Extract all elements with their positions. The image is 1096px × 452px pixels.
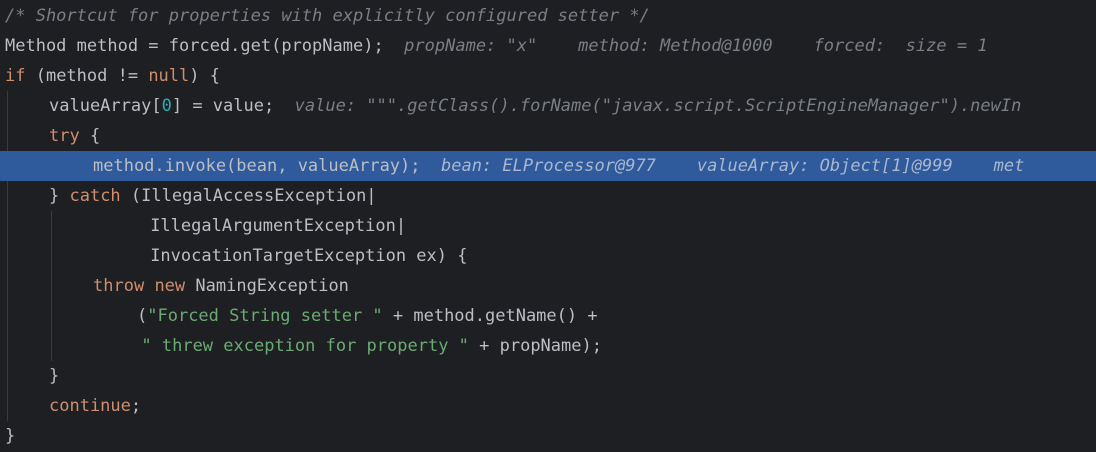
code-token: ; bbox=[130, 396, 142, 416]
code-line[interactable]: Method method = forced.get(propName); pr… bbox=[0, 31, 1096, 61]
code-token: ) { bbox=[189, 66, 220, 86]
code-line[interactable]: IllegalArgumentException| bbox=[0, 211, 1096, 241]
code-token: method.invoke(bean, valueArray); bbox=[93, 156, 421, 176]
code-token: throw bbox=[93, 276, 145, 296]
code-text: throw new NamingException bbox=[93, 271, 349, 301]
code-token: try bbox=[49, 126, 80, 146]
code-line[interactable]: } bbox=[0, 421, 1096, 451]
code-token: if bbox=[5, 66, 26, 86]
code-line[interactable]: continue; bbox=[0, 391, 1096, 421]
indent-guide bbox=[7, 271, 8, 301]
indent-guide bbox=[51, 241, 52, 271]
code-token: catch bbox=[69, 186, 121, 206]
indent-guide bbox=[7, 361, 8, 391]
code-text: InvocationTargetException ex) { bbox=[150, 241, 467, 271]
code-token: NamingException bbox=[185, 276, 349, 296]
code-token: null bbox=[148, 66, 190, 86]
code-token: /* Shortcut for properties with explicit… bbox=[5, 6, 650, 26]
code-token: (method != bbox=[25, 66, 149, 86]
code-line[interactable]: try { bbox=[0, 121, 1096, 151]
indent-guide bbox=[7, 301, 8, 331]
code-text: " threw exception for property " + propN… bbox=[141, 331, 602, 361]
code-text: ("Forced String setter " + method.getNam… bbox=[137, 301, 598, 331]
indent-guide bbox=[7, 241, 8, 271]
debug-inline-value: bean: ELProcessor@977 valueArray: Object… bbox=[420, 156, 1025, 176]
code-token: + method.getName() + bbox=[382, 306, 598, 326]
indent-guide bbox=[7, 121, 8, 151]
code-text: try { bbox=[49, 121, 100, 151]
code-line[interactable]: } bbox=[0, 361, 1096, 391]
code-line[interactable]: /* Shortcut for properties with explicit… bbox=[0, 1, 1096, 31]
indent-guide bbox=[51, 301, 52, 331]
current-execution-line[interactable]: method.invoke(bean, valueArray); bean: E… bbox=[0, 151, 1096, 181]
code-token: { bbox=[79, 126, 101, 146]
indent-guide bbox=[7, 91, 8, 121]
code-line[interactable]: ("Forced String setter " + method.getNam… bbox=[0, 301, 1096, 331]
code-line[interactable]: valueArray[0] = value; value: """.getCla… bbox=[0, 91, 1096, 121]
indent-guide bbox=[51, 271, 52, 301]
indent-guide bbox=[7, 391, 8, 421]
indent-guide bbox=[7, 211, 8, 241]
code-token: " threw exception for property " bbox=[141, 336, 469, 356]
debug-inline-value: value: """.getClass().forName("javax.scr… bbox=[274, 96, 1022, 116]
code-token: } bbox=[49, 366, 60, 386]
code-token: (IllegalAccessException| bbox=[120, 186, 377, 206]
indent-guide bbox=[7, 181, 8, 211]
code-token: new bbox=[154, 276, 186, 296]
code-text: Method method = forced.get(propName); pr… bbox=[5, 31, 988, 61]
code-text: } bbox=[49, 361, 59, 391]
indent-guide bbox=[51, 211, 52, 241]
code-text: if (method != null) { bbox=[5, 61, 220, 91]
code-token: 0 bbox=[161, 96, 172, 116]
code-token: valueArray[ bbox=[49, 96, 162, 116]
indent-guide bbox=[51, 331, 52, 361]
code-token: Method method = forced.get(propName); bbox=[5, 36, 384, 56]
code-line[interactable]: InvocationTargetException ex) { bbox=[0, 241, 1096, 271]
code-text: /* Shortcut for properties with explicit… bbox=[5, 1, 650, 31]
code-text: } catch (IllegalAccessException| bbox=[49, 181, 377, 211]
debug-inline-value: propName: "x" method: Method@1000 forced… bbox=[383, 36, 988, 56]
code-token: + propName); bbox=[468, 336, 602, 356]
code-token: "Forced String setter " bbox=[147, 306, 383, 326]
code-token: } bbox=[5, 426, 16, 446]
code-line[interactable]: } catch (IllegalAccessException| bbox=[0, 181, 1096, 211]
code-text: valueArray[0] = value; value: """.getCla… bbox=[49, 91, 1021, 121]
code-token: InvocationTargetException ex) { bbox=[150, 246, 468, 266]
code-token: IllegalArgumentException| bbox=[150, 216, 407, 236]
code-line[interactable]: if (method != null) { bbox=[0, 61, 1096, 91]
code-line[interactable]: " threw exception for property " + propN… bbox=[0, 331, 1096, 361]
code-token: continue bbox=[49, 396, 131, 416]
code-editor[interactable]: /* Shortcut for properties with explicit… bbox=[0, 0, 1096, 452]
code-text: method.invoke(bean, valueArray); bean: E… bbox=[93, 151, 1024, 181]
code-text: IllegalArgumentException| bbox=[150, 211, 406, 241]
code-token: ] = value; bbox=[171, 96, 275, 116]
code-text: } bbox=[5, 421, 15, 451]
code-line[interactable]: throw new NamingException bbox=[0, 271, 1096, 301]
code-token: } bbox=[49, 186, 70, 206]
code-text: continue; bbox=[49, 391, 141, 421]
code-token: ( bbox=[137, 306, 148, 326]
indent-guide bbox=[7, 331, 8, 361]
